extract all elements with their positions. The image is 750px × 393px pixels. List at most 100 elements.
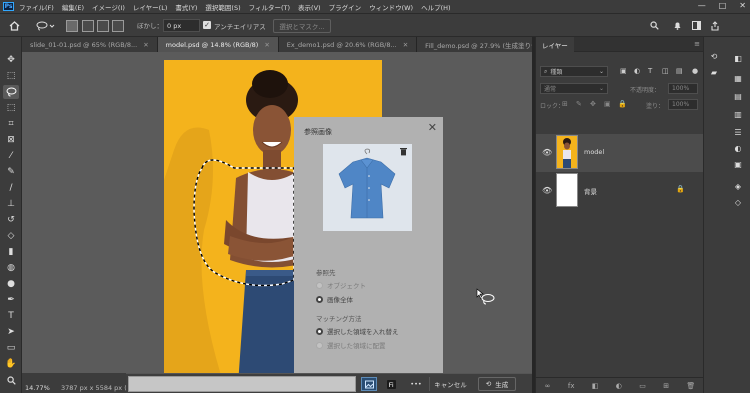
lock-artboard-icon[interactable]: ▣ xyxy=(604,100,611,108)
lock-paint-icon[interactable]: ✎ xyxy=(576,100,582,108)
lasso-preset-icon[interactable] xyxy=(34,18,58,33)
intersect-selection-icon[interactable] xyxy=(112,20,124,32)
menu-edit[interactable]: 編集(E) xyxy=(62,2,84,12)
trash-icon[interactable] xyxy=(399,147,408,156)
cancel-button[interactable]: キャンセル xyxy=(429,377,471,391)
home-icon[interactable] xyxy=(6,18,22,33)
tab-ex-demo1[interactable]: Ex_demo1.psd @ 20.6% (RGB/8... ✕ xyxy=(278,37,418,52)
layer-kind-filter[interactable]: ⌕ 種類 ⌄ xyxy=(540,66,608,77)
menu-view[interactable]: 表示(V) xyxy=(298,2,321,12)
comments-icon[interactable]: ▰ xyxy=(708,67,720,78)
document-canvas[interactable] xyxy=(22,52,532,373)
generate-button[interactable]: ⟲ 生成 xyxy=(478,377,516,391)
menu-select[interactable]: 選択範囲(S) xyxy=(205,2,240,12)
lock-pixels-icon[interactable]: ⊞ xyxy=(562,100,568,108)
link-layers-icon[interactable]: ∞ xyxy=(545,382,551,390)
layer-row-background[interactable]: 👁 背景 🔒 xyxy=(536,172,704,210)
opacity-input[interactable]: 100% xyxy=(668,83,698,94)
dodge-tool-icon[interactable]: ● xyxy=(3,277,19,291)
reference-image-thumbnail[interactable] xyxy=(323,144,412,231)
menu-filter[interactable]: フィルター(T) xyxy=(249,2,290,12)
pixel-filter-icon[interactable]: ▣ xyxy=(620,67,627,75)
lock-position-icon[interactable]: ✥ xyxy=(590,100,596,108)
swatches-icon[interactable]: ▦ xyxy=(732,73,744,84)
new-layer-icon[interactable]: ⊞ xyxy=(663,382,669,390)
type-tool-icon[interactable]: T xyxy=(3,309,19,323)
eye-icon[interactable]: 👁 xyxy=(542,186,552,195)
fill-input[interactable]: 100% xyxy=(668,99,698,110)
adjustments-icon[interactable]: ◐ xyxy=(732,143,744,154)
close-window-button[interactable]: ✕ xyxy=(739,1,746,10)
reference-image-button[interactable] xyxy=(361,377,377,391)
close-icon[interactable]: ✕ xyxy=(264,41,269,49)
close-icon[interactable]: ✕ xyxy=(428,121,437,134)
history-icon[interactable]: ⟲ xyxy=(708,51,720,62)
layer-name[interactable]: model xyxy=(584,148,604,156)
lock-icon[interactable]: 🔒 xyxy=(676,185,685,193)
object-select-tool-icon[interactable]: ⬚ xyxy=(3,101,19,115)
channels-icon[interactable]: ◈ xyxy=(732,181,744,192)
filter-toggle-icon[interactable]: ● xyxy=(692,67,698,75)
history-brush-tool-icon[interactable]: ↺ xyxy=(3,213,19,227)
group-icon[interactable]: ▭ xyxy=(639,382,646,390)
panel-menu-icon[interactable]: ≡ xyxy=(694,40,700,48)
patterns-icon[interactable]: ▥ xyxy=(732,109,744,120)
layer-name[interactable]: 背景 xyxy=(584,186,597,196)
blend-mode-select[interactable]: 通常 ⌄ xyxy=(540,83,608,94)
libraries-icon[interactable]: ▣ xyxy=(732,159,744,170)
prompt-input[interactable] xyxy=(128,376,356,392)
tab-model[interactable]: model.psd @ 14.8% (RGB/8) ✕ xyxy=(157,37,279,52)
more-options-button[interactable]: ••• xyxy=(408,377,424,391)
fx-icon[interactable]: fx xyxy=(568,382,575,390)
color-icon[interactable]: ◧ xyxy=(732,53,744,64)
radio-place-in-selection[interactable]: 選択した領域に配置 xyxy=(316,340,386,350)
type-filter-icon[interactable]: T xyxy=(648,67,652,75)
bell-icon[interactable] xyxy=(671,18,683,33)
radio-replace-selection[interactable]: 選択した領域を入れ替え xyxy=(316,326,399,336)
maximize-button[interactable]: □ xyxy=(719,1,727,10)
close-icon[interactable]: ✕ xyxy=(403,41,408,49)
shape-filter-icon[interactable]: ◫ xyxy=(662,67,669,75)
firefly-icon[interactable]: Fi xyxy=(384,377,398,391)
properties-icon[interactable]: ☰ xyxy=(732,127,744,138)
crop-tool-icon[interactable]: ⌗ xyxy=(3,117,19,131)
smart-object-filter-icon[interactable]: ▤ xyxy=(676,67,683,75)
adjustment-filter-icon[interactable]: ◐ xyxy=(634,67,640,75)
gradients-icon[interactable]: ▤ xyxy=(732,91,744,102)
subtract-selection-icon[interactable] xyxy=(97,20,109,32)
zoom-tool-icon[interactable] xyxy=(3,373,19,387)
radio-whole-image[interactable]: 画像全体 xyxy=(316,294,353,304)
rectangle-tool-icon[interactable]: ▭ xyxy=(3,341,19,355)
eye-icon[interactable]: 👁 xyxy=(542,148,552,157)
adjustment-layer-icon[interactable]: ◐ xyxy=(616,382,622,390)
radio-object[interactable]: オブジェクト xyxy=(316,280,366,290)
menu-file[interactable]: ファイル(F) xyxy=(19,2,54,12)
marquee-tool-icon[interactable]: ⬚ xyxy=(3,69,19,83)
pen-tool-icon[interactable]: ✒ xyxy=(3,293,19,307)
search-icon[interactable] xyxy=(648,18,660,33)
spot-healing-tool-icon[interactable]: ✎ xyxy=(3,165,19,179)
menu-layer[interactable]: レイヤー(L) xyxy=(133,2,168,12)
eraser-tool-icon[interactable]: ◇ xyxy=(3,229,19,243)
frame-tool-icon[interactable]: ⊠ xyxy=(3,133,19,147)
menu-image[interactable]: イメージ(I) xyxy=(92,2,125,12)
move-tool-icon[interactable]: ✥ xyxy=(3,53,19,67)
mask-icon[interactable]: ◧ xyxy=(592,382,599,390)
new-selection-icon[interactable] xyxy=(66,20,78,32)
zoom-level[interactable]: 14.77% xyxy=(25,384,50,392)
tab-layers[interactable]: レイヤー xyxy=(536,37,574,52)
feather-input[interactable]: 0 px xyxy=(163,19,200,32)
lasso-tool-icon[interactable] xyxy=(3,85,19,99)
paths-icon[interactable]: ◇ xyxy=(732,197,744,208)
hand-tool-icon[interactable]: ✋ xyxy=(3,357,19,371)
share-icon[interactable] xyxy=(709,18,721,33)
menu-window[interactable]: ウィンドウ(W) xyxy=(369,2,413,12)
tab-slide-01[interactable]: slide_01-01.psd @ 65% (RGB/8... ✕ xyxy=(22,37,158,52)
workspace-icon[interactable] xyxy=(690,18,702,33)
menu-type[interactable]: 書式(Y) xyxy=(175,2,197,12)
menu-help[interactable]: ヘルプ(H) xyxy=(421,2,450,12)
brush-tool-icon[interactable]: / xyxy=(3,181,19,195)
lock-all-icon[interactable]: 🔒 xyxy=(618,100,627,108)
trash-icon[interactable]: 🗑 xyxy=(686,382,695,390)
minimize-button[interactable]: — xyxy=(698,1,706,10)
